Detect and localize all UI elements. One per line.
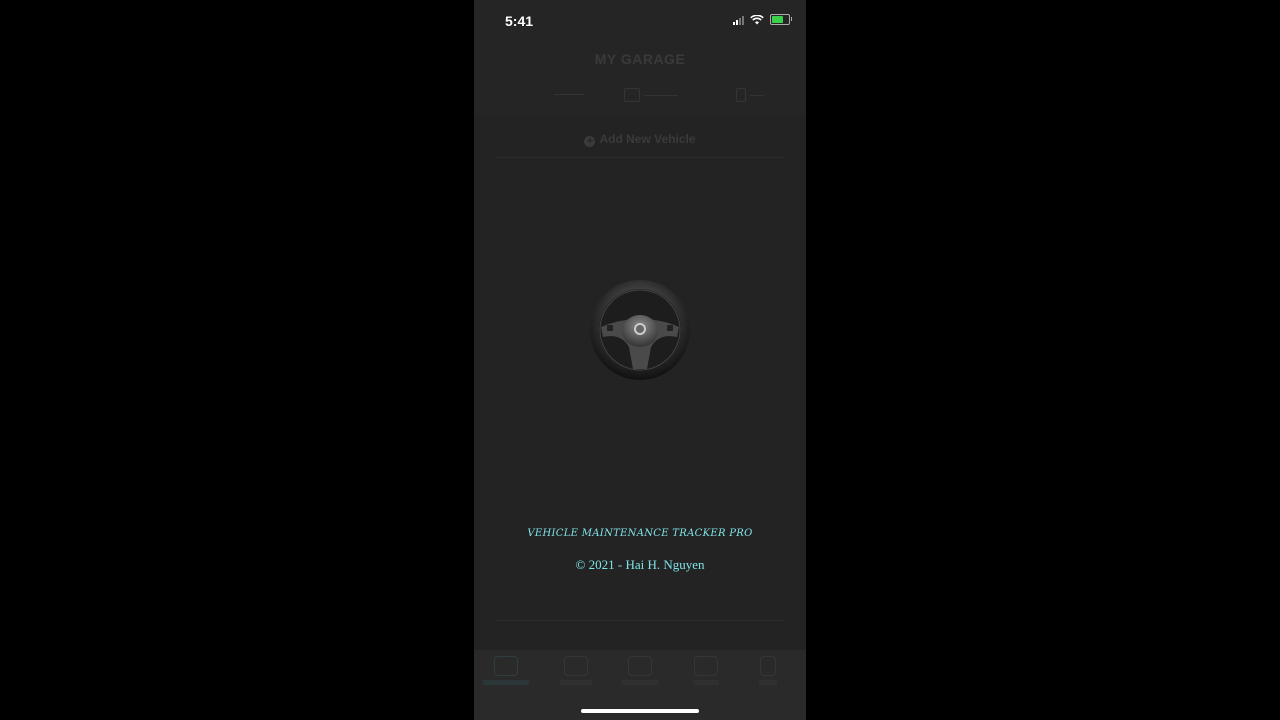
status-time: 5:41 bbox=[505, 13, 534, 29]
tab-4[interactable] bbox=[676, 656, 736, 685]
steering-wheel-icon bbox=[590, 280, 690, 380]
phone-screen: 5:41 MY GARAGE + Add New Vehicle VEHICLE… bbox=[474, 0, 806, 720]
subtab-list[interactable] bbox=[550, 88, 584, 100]
wifi-icon bbox=[750, 14, 764, 24]
plus-circle-icon: + bbox=[584, 136, 596, 147]
page-title: MY GARAGE bbox=[594, 51, 686, 67]
settings-icon bbox=[760, 656, 776, 676]
tab-2[interactable] bbox=[546, 656, 606, 685]
wrench-icon bbox=[628, 656, 652, 676]
photo-icon bbox=[624, 88, 640, 102]
list-icon bbox=[564, 656, 588, 676]
app-name: VEHICLE MAINTENANCE TRACKER PRO bbox=[527, 528, 753, 539]
subtab-info[interactable] bbox=[736, 88, 764, 102]
copyright-text: © 2021 - Hai H. Nguyen bbox=[575, 557, 705, 572]
status-bar: 5:41 bbox=[474, 0, 806, 40]
cellular-signal-icon bbox=[733, 15, 744, 25]
add-vehicle-label: Add New Vehicle bbox=[599, 132, 696, 146]
status-icons bbox=[733, 14, 792, 25]
subtab-gallery[interactable] bbox=[624, 88, 678, 102]
garage-icon bbox=[494, 656, 518, 676]
tab-5[interactable] bbox=[738, 656, 798, 685]
info-icon bbox=[736, 88, 746, 102]
chart-icon bbox=[694, 656, 718, 676]
tab-3[interactable] bbox=[610, 656, 670, 685]
divider bbox=[494, 620, 786, 621]
divider bbox=[494, 157, 786, 158]
tab-my-garage[interactable] bbox=[476, 656, 536, 685]
add-vehicle-button[interactable]: + Add New Vehicle bbox=[474, 132, 806, 147]
home-indicator[interactable] bbox=[581, 709, 699, 713]
battery-charging-icon bbox=[770, 14, 792, 25]
garage-subtabs bbox=[474, 88, 806, 108]
